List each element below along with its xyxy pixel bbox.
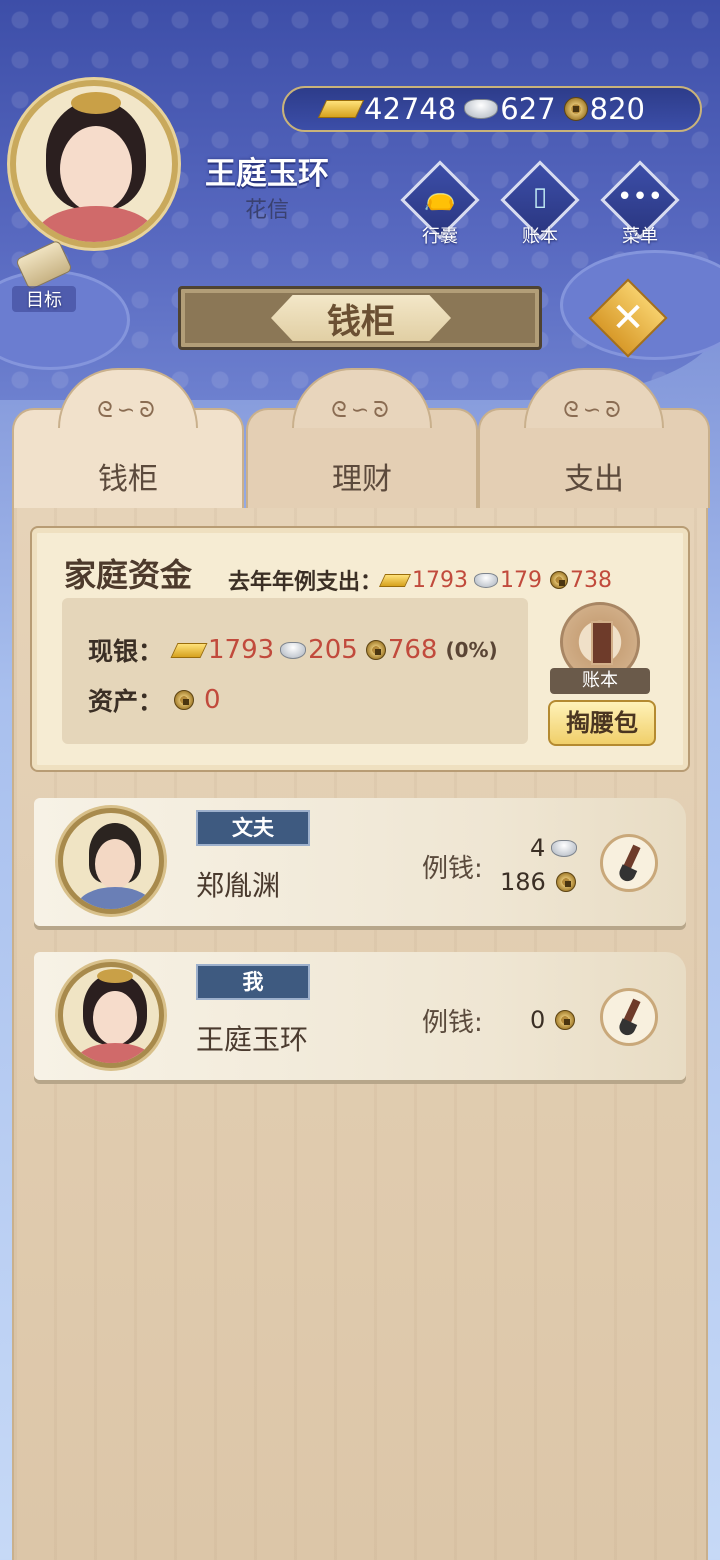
title-banner: 钱柜	[178, 286, 542, 350]
player-avatar[interactable]	[10, 80, 178, 248]
allowance-label: 例钱:	[422, 1008, 483, 1038]
copper-amount: 820	[563, 92, 645, 126]
book-icon	[591, 621, 613, 665]
bag-button[interactable]: 👝 行囊	[400, 160, 480, 248]
copper-coin-icon	[365, 640, 386, 660]
edit-allowance-button[interactable]	[600, 834, 658, 892]
close-icon: ✕	[611, 295, 645, 341]
avatar-face	[60, 126, 132, 212]
silver-ingot-icon	[464, 99, 499, 119]
avatar-robe	[75, 1043, 155, 1063]
avatar-hairpin	[97, 969, 133, 983]
family-fund-card: 家庭资金 去年年例支出： 1793 179 738 现银： 1793 205 7…	[30, 526, 690, 772]
cash-percentage: (0%)	[445, 638, 498, 662]
member-name: 王庭玉环	[196, 1023, 309, 1056]
silver-ingot-icon	[474, 572, 499, 588]
silver-value: 627	[500, 92, 556, 126]
member-avatar[interactable]	[58, 808, 164, 914]
tab-qiangui[interactable]: ᘓ∽ᘐ 钱柜	[12, 368, 244, 508]
fund-title: 家庭资金	[64, 556, 193, 594]
allowance-copper-value: 186	[500, 868, 546, 896]
allowance-copper-value: 0	[530, 1006, 546, 1034]
swirl-ornament-icon: ᘓ∽ᘐ	[97, 398, 159, 423]
last-year-silver: 179	[500, 567, 543, 593]
player-subtitle: 花信	[245, 198, 290, 223]
last-year-gold: 1793	[412, 567, 469, 593]
avatar-face	[95, 839, 135, 889]
allowance-copper: 0	[530, 1006, 577, 1034]
tab-label: 理财	[332, 462, 392, 497]
cash-silver: 205	[308, 635, 358, 665]
currency-bar: 42748 627 820	[282, 86, 702, 132]
player-name: 王庭玉环	[205, 156, 329, 192]
fund-details: 现银： 1793 205 768 (0%) 资产： 0	[62, 598, 528, 744]
close-button[interactable]: ✕	[598, 288, 658, 348]
role-tag: 文夫	[196, 810, 310, 846]
cash-gold: 1793	[208, 635, 275, 665]
member-name: 郑胤渊	[196, 869, 281, 902]
allowance-label: 例钱:	[422, 854, 483, 884]
goal-button[interactable]: 目标	[12, 239, 76, 312]
copper-value: 820	[589, 92, 645, 126]
gold-ingot-icon	[170, 642, 208, 658]
role-tag: 我	[196, 964, 310, 1000]
edit-allowance-button[interactable]	[600, 988, 658, 1046]
copper-coin-icon	[555, 1010, 576, 1030]
allowance-copper: 186	[500, 868, 578, 896]
cash-copper: 768	[387, 635, 438, 665]
menu-button[interactable]: ••• 菜单	[600, 160, 680, 248]
page-title: 钱柜	[327, 301, 395, 342]
fund-ledger-label: 账本	[550, 668, 650, 694]
ledger-icon: ▯	[532, 182, 548, 212]
assets-label: 资产：	[88, 687, 164, 716]
tab-label: 钱柜	[98, 462, 158, 497]
swirl-ornament-icon: ᘓ∽ᘐ	[563, 398, 625, 423]
brush-tip	[616, 864, 638, 884]
assets-value: 0	[204, 685, 221, 715]
bag-label: 行囊	[422, 226, 458, 247]
member-avatar[interactable]	[58, 962, 164, 1068]
last-year-expense: 去年年例支出： 1793 179 738	[228, 564, 612, 596]
avatar-hairpin	[71, 92, 121, 114]
tab-licai[interactable]: ᘓ∽ᘐ 理财	[246, 368, 478, 508]
cash-row: 现银： 1793 205 768 (0%)	[88, 632, 498, 668]
last-year-label: 去年年例支出：	[228, 570, 383, 595]
copper-coin-icon	[550, 571, 569, 589]
gold-ingot-icon	[317, 100, 365, 118]
silver-amount: 627	[464, 92, 556, 126]
pay-from-pocket-button[interactable]: 掏腰包	[548, 700, 656, 746]
copper-coin-icon	[563, 97, 588, 121]
member-card: 文夫 郑胤渊 例钱: 4 186	[34, 798, 686, 926]
menu-label: 菜单	[622, 226, 658, 247]
gold-value: 42748	[364, 92, 457, 126]
gold-ingot-icon	[378, 573, 412, 587]
assets-row: 资产： 0	[88, 682, 221, 718]
copper-coin-icon	[174, 690, 194, 710]
goal-label: 目标	[12, 286, 76, 312]
avatar-face	[93, 991, 137, 1045]
gold-amount: 42748	[317, 92, 457, 126]
brush-tip	[616, 1018, 638, 1038]
silver-ingot-icon	[551, 839, 578, 857]
copper-coin-icon	[555, 872, 576, 892]
avatar-robe	[77, 887, 153, 909]
ledger-button[interactable]: ▯ 账本	[500, 160, 580, 248]
bag-icon: 👝	[423, 182, 457, 212]
allowance-silver-value: 4	[530, 834, 546, 862]
allowance-silver: 4	[530, 834, 579, 862]
silver-ingot-icon	[280, 641, 307, 659]
last-year-copper: 738	[570, 567, 613, 593]
tab-label: 支出	[564, 462, 624, 497]
more-icon: •••	[616, 182, 663, 212]
scroll-icon	[15, 239, 73, 291]
ledger-label: 账本	[522, 226, 558, 247]
tab-zhichu[interactable]: ᘓ∽ᘐ 支出	[478, 368, 710, 508]
member-card: 我 王庭玉环 例钱: 0	[34, 952, 686, 1080]
cash-label: 现银：	[88, 637, 164, 666]
title-plaque: 钱柜	[271, 295, 451, 341]
swirl-ornament-icon: ᘓ∽ᘐ	[331, 398, 393, 423]
